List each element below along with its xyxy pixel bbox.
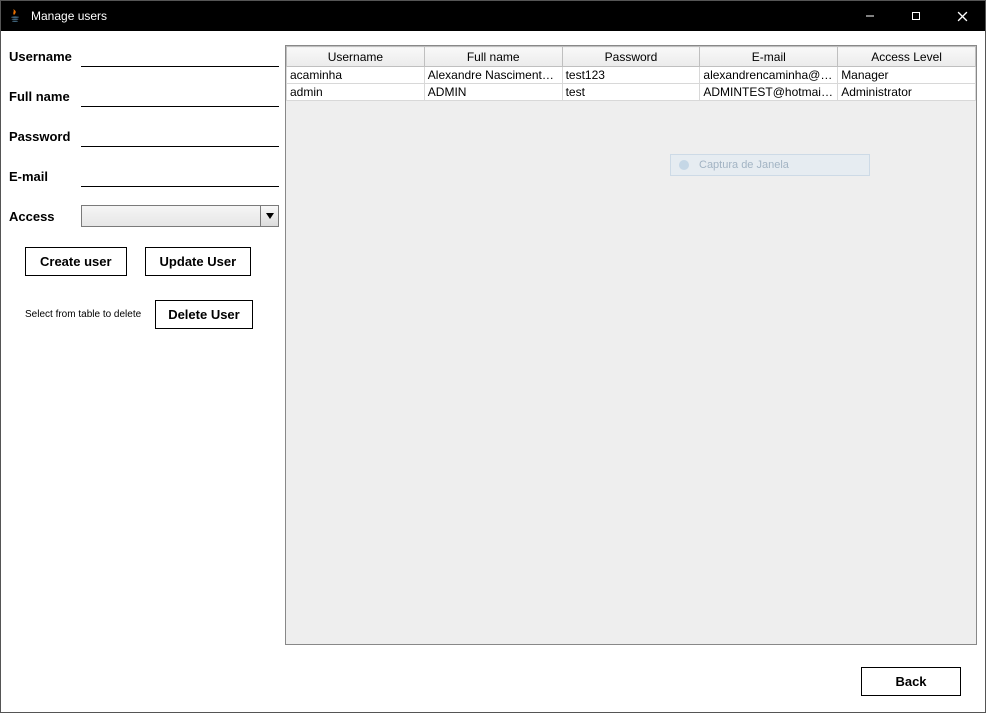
email-input[interactable] xyxy=(81,165,279,187)
cell-email: ADMINTEST@hotmail.... xyxy=(700,84,838,101)
main-area: Username Full name Password E-mail Acces… xyxy=(1,31,985,660)
password-input[interactable] xyxy=(81,125,279,147)
titlebar: Manage users xyxy=(1,1,985,31)
table-row[interactable]: acaminha Alexandre Nascimento ... test12… xyxy=(287,67,976,84)
col-fullname[interactable]: Full name xyxy=(424,47,562,67)
bottom-bar: Back xyxy=(1,660,985,712)
fullname-input[interactable] xyxy=(81,85,279,107)
minimize-button[interactable] xyxy=(847,1,893,31)
cell-username: admin xyxy=(287,84,425,101)
java-icon xyxy=(7,8,23,24)
close-button[interactable] xyxy=(939,1,985,31)
chevron-down-icon xyxy=(260,206,278,226)
password-label: Password xyxy=(9,129,81,144)
delete-user-button[interactable]: Delete User xyxy=(155,300,253,329)
table-row[interactable]: admin ADMIN test ADMINTEST@hotmail.... A… xyxy=(287,84,976,101)
delete-hint-label: Select from table to delete xyxy=(25,309,141,320)
table-header-row: Username Full name Password E-mail Acces… xyxy=(287,47,976,67)
window-controls xyxy=(847,1,985,31)
table-panel: Username Full name Password E-mail Acces… xyxy=(285,45,977,645)
cell-username: acaminha xyxy=(287,67,425,84)
col-password[interactable]: Password xyxy=(562,47,700,67)
col-accesslevel[interactable]: Access Level xyxy=(838,47,976,67)
cell-email: alexandrencaminha@g... xyxy=(700,67,838,84)
window-title: Manage users xyxy=(31,9,107,23)
cell-fullname: ADMIN xyxy=(424,84,562,101)
access-combobox[interactable] xyxy=(81,205,279,227)
cell-password: test123 xyxy=(562,67,700,84)
back-button[interactable]: Back xyxy=(861,667,961,696)
fullname-label: Full name xyxy=(9,89,81,104)
username-label: Username xyxy=(9,49,81,64)
form-panel: Username Full name Password E-mail Acces… xyxy=(9,39,279,660)
app-window: Manage users Username Full name xyxy=(0,0,986,713)
content-area: Username Full name Password E-mail Acces… xyxy=(1,31,985,712)
col-email[interactable]: E-mail xyxy=(700,47,838,67)
cell-access: Administrator xyxy=(838,84,976,101)
access-label: Access xyxy=(9,209,81,224)
users-table[interactable]: Username Full name Password E-mail Acces… xyxy=(286,46,976,101)
cell-access: Manager xyxy=(838,67,976,84)
cell-password: test xyxy=(562,84,700,101)
maximize-button[interactable] xyxy=(893,1,939,31)
email-label: E-mail xyxy=(9,169,81,184)
cell-fullname: Alexandre Nascimento ... xyxy=(424,67,562,84)
access-combobox-value xyxy=(82,206,260,226)
username-input[interactable] xyxy=(81,45,279,67)
update-user-button[interactable]: Update User xyxy=(145,247,252,276)
col-username[interactable]: Username xyxy=(287,47,425,67)
create-user-button[interactable]: Create user xyxy=(25,247,127,276)
